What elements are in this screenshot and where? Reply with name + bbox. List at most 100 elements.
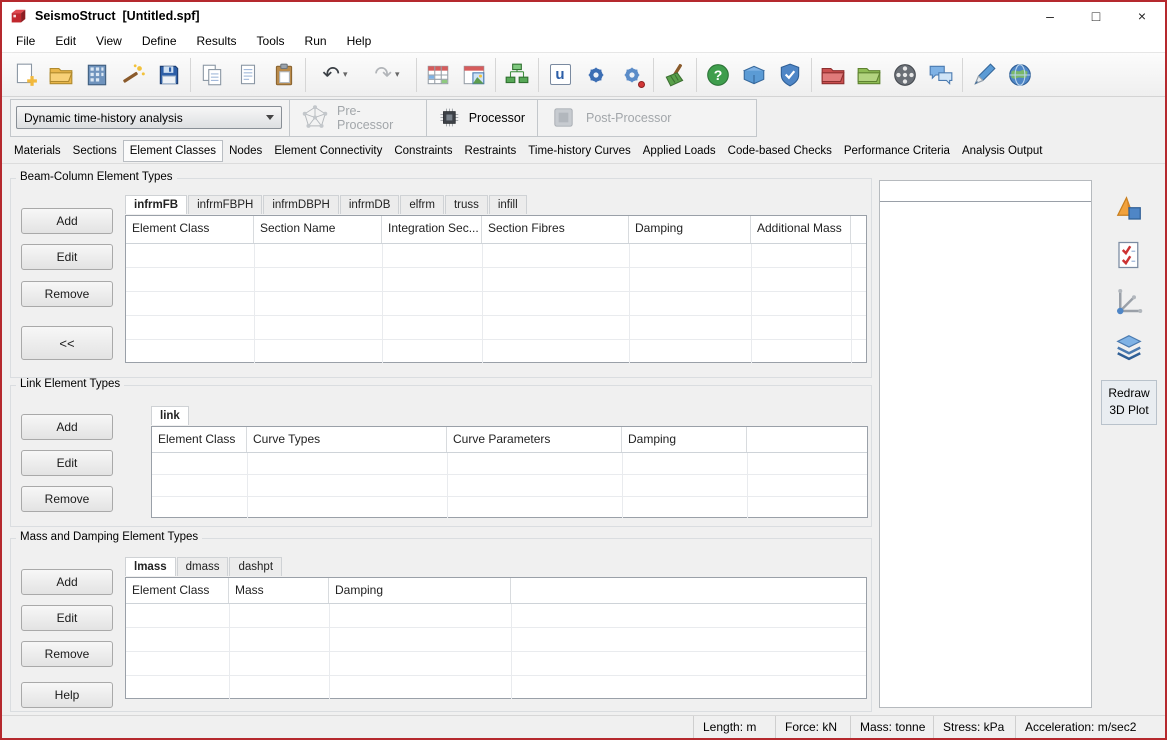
save-icon[interactable] — [151, 56, 187, 94]
duplicate-icon[interactable] — [230, 56, 266, 94]
mass-add-button[interactable]: Add — [21, 569, 113, 595]
mass-help-button[interactable]: Help — [21, 682, 113, 708]
analysis-type-select[interactable]: Dynamic time-history analysis — [16, 106, 282, 129]
help-icon[interactable]: ? — [700, 56, 736, 94]
tab-link[interactable]: link — [151, 406, 189, 425]
tab-constraints[interactable]: Constraints — [388, 140, 458, 162]
redo-icon[interactable]: ↷ ▾ — [361, 56, 413, 94]
col-element-class[interactable]: Element Class — [152, 427, 247, 452]
redo-dropdown-icon[interactable]: ▾ — [395, 69, 400, 80]
element-connectivity-icon[interactable] — [499, 56, 535, 94]
tab-infrmDBPH[interactable]: infrmDBPH — [263, 195, 339, 214]
tab-time-history-curves[interactable]: Time-history Curves — [522, 140, 636, 162]
tab-nodes[interactable]: Nodes — [223, 140, 268, 162]
col-damping[interactable]: Damping — [329, 578, 511, 603]
tab-applied-loads[interactable]: Applied Loads — [637, 140, 722, 162]
tab-infill[interactable]: infill — [488, 195, 527, 214]
mass-edit-button[interactable]: Edit — [21, 605, 113, 631]
menu-define[interactable]: Define — [132, 31, 187, 51]
plot-options-icon[interactable] — [1110, 192, 1148, 226]
mass-remove-button[interactable]: Remove — [21, 641, 113, 667]
video-tutorials-icon[interactable] — [887, 56, 923, 94]
seismo-tools-pen-icon[interactable] — [966, 56, 1002, 94]
col-curve-parameters[interactable]: Curve Parameters — [447, 427, 622, 452]
units-icon[interactable]: u — [542, 56, 578, 94]
open-red-folder-icon[interactable] — [815, 56, 851, 94]
tab-infrmDB[interactable]: infrmDB — [339, 195, 400, 214]
link-table-body[interactable] — [152, 453, 867, 518]
beam-table-body[interactable] — [126, 244, 866, 363]
col-section-fibres[interactable]: Section Fibres — [482, 216, 629, 243]
undo-icon[interactable]: ↶ ▾ — [309, 56, 361, 94]
redraw-3d-plot-button[interactable]: Redraw 3D Plot — [1101, 380, 1157, 425]
performance-check-icon[interactable] — [1110, 238, 1148, 272]
beam-collapse-button[interactable]: << — [21, 326, 113, 360]
pre-processor-button[interactable]: Pre-Processor — [289, 99, 426, 136]
menu-tools[interactable]: Tools — [247, 31, 295, 51]
layers-icon[interactable] — [1110, 330, 1148, 364]
beam-remove-button[interactable]: Remove — [21, 281, 113, 307]
show-model-table-icon[interactable] — [420, 56, 456, 94]
tab-element-classes[interactable]: Element Classes — [122, 139, 224, 162]
col-damping[interactable]: Damping — [622, 427, 747, 452]
menu-results[interactable]: Results — [187, 31, 247, 51]
menu-edit[interactable]: Edit — [45, 31, 86, 51]
tab-restraints[interactable]: Restraints — [459, 140, 523, 162]
col-section-name[interactable]: Section Name — [254, 216, 382, 243]
menu-run[interactable]: Run — [295, 31, 337, 51]
title-bar[interactable]: SeismoStruct [Untitled.spf] – □ × — [2, 2, 1165, 30]
tab-dashpt[interactable]: dashpt — [229, 557, 283, 576]
col-integration-sections[interactable]: Integration Sec... — [382, 216, 482, 243]
post-processor-button[interactable]: Post-Processor — [537, 99, 756, 136]
link-edit-button[interactable]: Edit — [21, 450, 113, 476]
tab-sections[interactable]: Sections — [67, 140, 123, 162]
tab-lmass[interactable]: lmass — [125, 557, 176, 576]
open-project-icon[interactable] — [43, 56, 79, 94]
discussion-forum-icon[interactable] — [923, 56, 959, 94]
open-green-folder-icon[interactable] — [851, 56, 887, 94]
tab-elfrm[interactable]: elfrm — [400, 195, 444, 214]
program-settings-gear-icon[interactable] — [578, 56, 614, 94]
show-model-image-icon[interactable] — [456, 56, 492, 94]
beam-edit-button[interactable]: Edit — [21, 244, 113, 270]
minimize-icon[interactable]: – — [1027, 2, 1073, 30]
col-additional-mass[interactable]: Additional Mass — [751, 216, 851, 243]
undo-dropdown-icon[interactable]: ▾ — [343, 69, 348, 80]
tab-dmass[interactable]: dmass — [176, 557, 229, 576]
menu-help[interactable]: Help — [337, 31, 382, 51]
tab-analysis-output[interactable]: Analysis Output — [956, 140, 1049, 162]
maximize-icon[interactable]: □ — [1073, 2, 1119, 30]
beam-add-button[interactable]: Add — [21, 208, 113, 234]
building-modeller-icon[interactable] — [79, 56, 115, 94]
copy-icon[interactable] — [194, 56, 230, 94]
col-mass[interactable]: Mass — [229, 578, 329, 603]
link-remove-button[interactable]: Remove — [21, 486, 113, 512]
link-add-button[interactable]: Add — [21, 414, 113, 440]
mass-table-body[interactable] — [126, 604, 866, 699]
new-project-icon[interactable] — [7, 56, 43, 94]
website-globe-icon[interactable] — [1002, 56, 1038, 94]
tab-performance-criteria[interactable]: Performance Criteria — [838, 140, 956, 162]
tab-code-based-checks[interactable]: Code-based Checks — [722, 140, 838, 162]
menu-view[interactable]: View — [86, 31, 132, 51]
tab-infrmFB[interactable]: infrmFB — [125, 195, 188, 214]
clean-broom-icon[interactable] — [657, 56, 693, 94]
col-element-class[interactable]: Element Class — [126, 578, 229, 603]
wizard-icon[interactable] — [115, 56, 151, 94]
paste-icon[interactable] — [266, 56, 302, 94]
advanced-settings-gear-icon[interactable] — [614, 56, 650, 94]
processor-button[interactable]: Processor — [426, 99, 537, 136]
col-element-class[interactable]: Element Class — [126, 216, 254, 243]
technical-support-icon[interactable] — [772, 56, 808, 94]
user-manual-icon[interactable] — [736, 56, 772, 94]
col-damping[interactable]: Damping — [629, 216, 751, 243]
menu-file[interactable]: File — [6, 31, 45, 51]
tab-element-connectivity[interactable]: Element Connectivity — [268, 140, 388, 162]
deformed-shape-axes-icon[interactable] — [1110, 284, 1148, 318]
tab-truss[interactable]: truss — [444, 195, 488, 214]
tab-infrmFBPH[interactable]: infrmFBPH — [188, 195, 263, 214]
plot-area-3d[interactable] — [879, 180, 1092, 708]
tab-materials[interactable]: Materials — [8, 140, 67, 162]
close-icon[interactable]: × — [1119, 2, 1165, 30]
col-curve-types[interactable]: Curve Types — [247, 427, 447, 452]
